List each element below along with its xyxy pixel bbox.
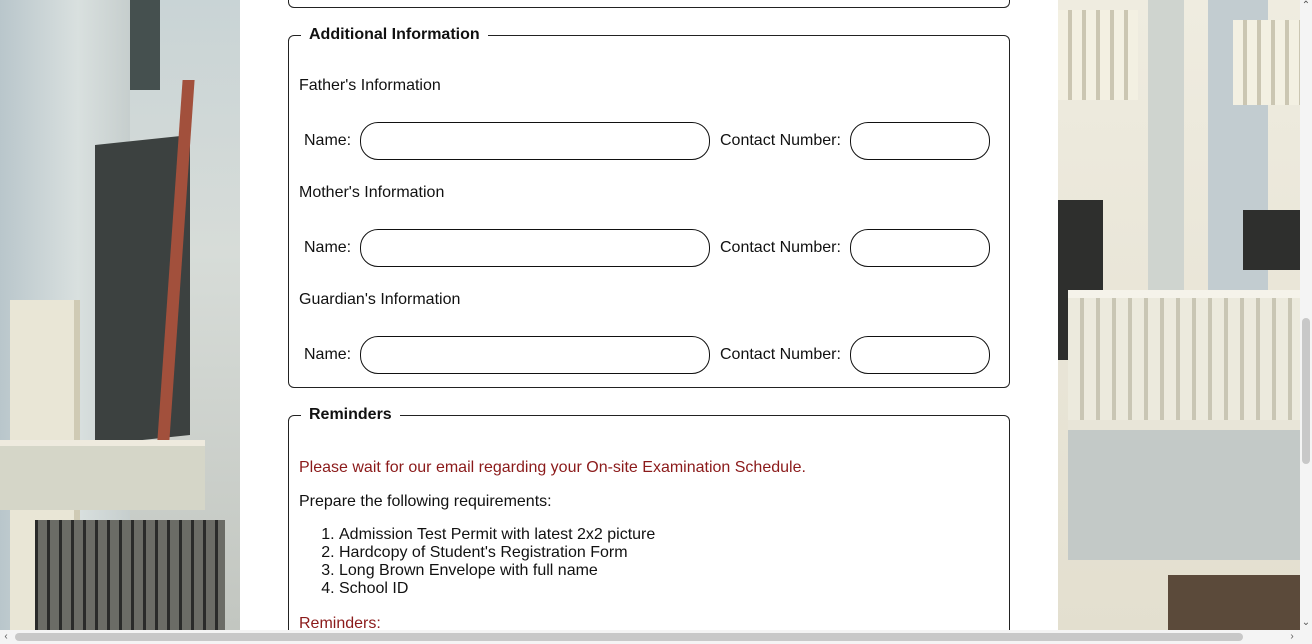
- mother-contact-input[interactable]: [850, 229, 990, 267]
- chevron-down-icon[interactable]: ⌄: [1300, 617, 1312, 629]
- email-notice: Please wait for our email regarding your…: [299, 459, 806, 476]
- reminders-legend: Reminders: [309, 406, 392, 423]
- additional-information-section: Additional Information Father's Informat…: [288, 26, 1010, 388]
- guardian-name-label: Name:: [304, 346, 352, 363]
- guardian-contact-label: Contact Number:: [720, 346, 841, 363]
- father-name-label: Name:: [304, 132, 352, 149]
- chevron-up-icon[interactable]: ⌃: [1300, 0, 1312, 12]
- horizontal-scrollbar[interactable]: ‹ ›: [0, 630, 1300, 644]
- requirement-item: School ID: [339, 580, 655, 598]
- scrollbar-corner: [1300, 630, 1312, 644]
- mother-info-heading: Mother's Information: [299, 184, 445, 201]
- mother-name-input[interactable]: [360, 229, 710, 267]
- guardian-info-row: Name: Contact Number:: [304, 336, 994, 374]
- requirement-item: Hardcopy of Student's Registration Form: [339, 544, 655, 562]
- form-panel: Additional Information Father's Informat…: [240, 0, 1058, 644]
- previous-section-box: [288, 0, 1010, 8]
- chevron-left-icon[interactable]: ‹: [0, 630, 12, 644]
- requirement-item: Long Brown Envelope with full name: [339, 562, 655, 580]
- vertical-scroll-thumb[interactable]: [1302, 318, 1310, 464]
- mother-info-row: Name: Contact Number:: [304, 229, 994, 267]
- additional-information-legend: Additional Information: [309, 26, 480, 43]
- reminders-section: Reminders Please wait for our email rega…: [288, 406, 1010, 644]
- vertical-scrollbar[interactable]: ⌃ ⌄: [1300, 0, 1312, 630]
- father-contact-input[interactable]: [850, 122, 990, 160]
- prepare-requirements-text: Prepare the following requirements:: [299, 493, 552, 510]
- background-photo-left: [0, 0, 240, 630]
- requirements-list: Admission Test Permit with latest 2x2 pi…: [339, 526, 655, 598]
- requirement-item: Admission Test Permit with latest 2x2 pi…: [339, 526, 655, 544]
- father-info-heading: Father's Information: [299, 77, 441, 94]
- mother-contact-label: Contact Number:: [720, 239, 841, 256]
- father-info-row: Name: Contact Number:: [304, 122, 994, 160]
- background-photo-right: [1058, 0, 1300, 630]
- horizontal-scroll-thumb[interactable]: [15, 633, 1243, 641]
- father-contact-label: Contact Number:: [720, 132, 841, 149]
- guardian-name-input[interactable]: [360, 336, 710, 374]
- guardian-contact-input[interactable]: [850, 336, 990, 374]
- father-name-input[interactable]: [360, 122, 710, 160]
- chevron-right-icon[interactable]: ›: [1286, 630, 1298, 644]
- mother-name-label: Name:: [304, 239, 352, 256]
- guardian-info-heading: Guardian's Information: [299, 291, 461, 308]
